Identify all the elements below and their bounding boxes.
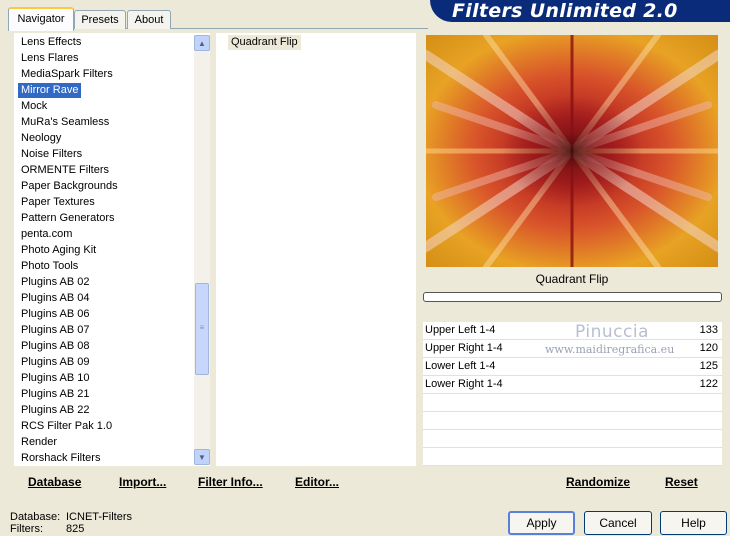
filter-info-button[interactable]: Filter Info... (198, 475, 263, 489)
apply-button[interactable]: Apply (508, 511, 575, 535)
randomize-button[interactable]: Randomize (566, 475, 630, 489)
category-item[interactable]: Lens Effects (18, 35, 84, 50)
slider-row-empty (423, 394, 722, 412)
status-filters: Filters: 825 (10, 523, 84, 536)
scroll-thumb[interactable]: ≡ (195, 283, 209, 375)
category-item[interactable]: Rorshack Filters (18, 451, 103, 466)
slider-row-empty (423, 430, 722, 448)
category-item[interactable]: MuRa's Seamless (18, 115, 112, 130)
slider-row[interactable]: Lower Left 1-4 125 (423, 358, 722, 376)
category-item[interactable]: Plugins AB 07 (18, 323, 93, 338)
app-title: Filters Unlimited 2.0 (452, 0, 678, 22)
editor-button[interactable]: Editor... (295, 475, 339, 489)
category-item[interactable]: Paper Backgrounds (18, 179, 121, 194)
category-item[interactable]: Plugins AB 22 (18, 403, 93, 418)
watermark-site: www.maidiregrafica.eu (545, 343, 675, 356)
category-item[interactable]: penta.com (18, 227, 75, 242)
category-item[interactable]: Plugins AB 04 (18, 291, 93, 306)
slider-value: 122 (699, 378, 718, 390)
category-item[interactable]: Plugins AB 08 (18, 339, 93, 354)
tab-about[interactable]: About (127, 10, 171, 29)
category-item[interactable]: Plugins AB 06 (18, 307, 93, 322)
arrow-down-icon[interactable]: ▼ (194, 449, 210, 465)
category-item[interactable]: Plugins AB 10 (18, 371, 93, 386)
arrow-up-icon[interactable]: ▲ (194, 35, 210, 51)
slider-label: Lower Left 1-4 (425, 360, 496, 372)
category-scrollbar[interactable]: ▲ ≡ ▼ (194, 35, 210, 465)
filter-preview-image (426, 35, 718, 267)
slider-value: 133 (699, 324, 718, 336)
category-item[interactable]: Render (18, 435, 60, 450)
category-item[interactable]: Plugins AB 09 (18, 355, 93, 370)
category-item[interactable]: Noise Filters (18, 147, 85, 162)
filter-item[interactable]: Quadrant Flip (228, 35, 301, 50)
tab-navigator[interactable]: Navigator (8, 7, 74, 31)
reset-button[interactable]: Reset (665, 475, 698, 489)
slider-value: 120 (699, 342, 718, 354)
import-button[interactable]: Import... (119, 475, 166, 489)
category-list[interactable]: Lens Effects Lens Flares MediaSpark Filter… (14, 33, 210, 466)
preview-filter-name: Quadrant Flip (535, 272, 609, 286)
watermark-name: Pinuccia (575, 322, 649, 342)
category-item[interactable]: RCS Filter Pak 1.0 (18, 419, 115, 434)
slider-row[interactable]: Lower Right 1-4 122 (423, 376, 722, 394)
slider-row-empty (423, 412, 722, 430)
status-database-label: Database: (10, 511, 61, 523)
category-item[interactable]: Plugins AB 21 (18, 387, 93, 402)
category-item[interactable]: Neology (18, 131, 64, 146)
slider-row-empty (423, 448, 722, 466)
slider-label: Lower Right 1-4 (425, 378, 503, 390)
slider-label: Upper Right 1-4 (425, 342, 503, 354)
category-item[interactable]: Mirror Rave (18, 83, 82, 98)
slider-row[interactable]: Upper Left 1-4 133 (423, 322, 722, 340)
category-item[interactable]: MediaSpark Filters (18, 67, 116, 82)
filter-list[interactable]: Quadrant Flip (216, 33, 416, 466)
category-item[interactable]: Photo Aging Kit (18, 243, 99, 258)
category-item[interactable]: ORMENTE Filters (18, 163, 112, 178)
slider-label: Upper Left 1-4 (425, 324, 496, 336)
category-item[interactable]: Lens Flares (18, 51, 81, 66)
progress-bar (423, 292, 722, 302)
slider-value: 125 (699, 360, 718, 372)
help-button[interactable]: Help (660, 511, 727, 535)
cancel-button[interactable]: Cancel (584, 511, 652, 535)
preview-graphic (426, 35, 718, 267)
category-item[interactable]: Pattern Generators (18, 211, 118, 226)
category-item[interactable]: Mock (18, 99, 50, 114)
category-item[interactable]: Plugins AB 02 (18, 275, 93, 290)
tab-presets[interactable]: Presets (74, 10, 126, 29)
list-action-bar: Database Import... Filter Info... Editor… (14, 467, 416, 494)
status-filters-value: 825 (66, 523, 85, 535)
preview-action-bar: Randomize Reset (423, 467, 722, 494)
grip-icon: ≡ (199, 323, 205, 332)
category-item[interactable]: Paper Textures (18, 195, 98, 210)
status-filters-label: Filters: (10, 523, 43, 535)
category-item[interactable]: Photo Tools (18, 259, 81, 274)
database-button[interactable]: Database (28, 475, 81, 489)
